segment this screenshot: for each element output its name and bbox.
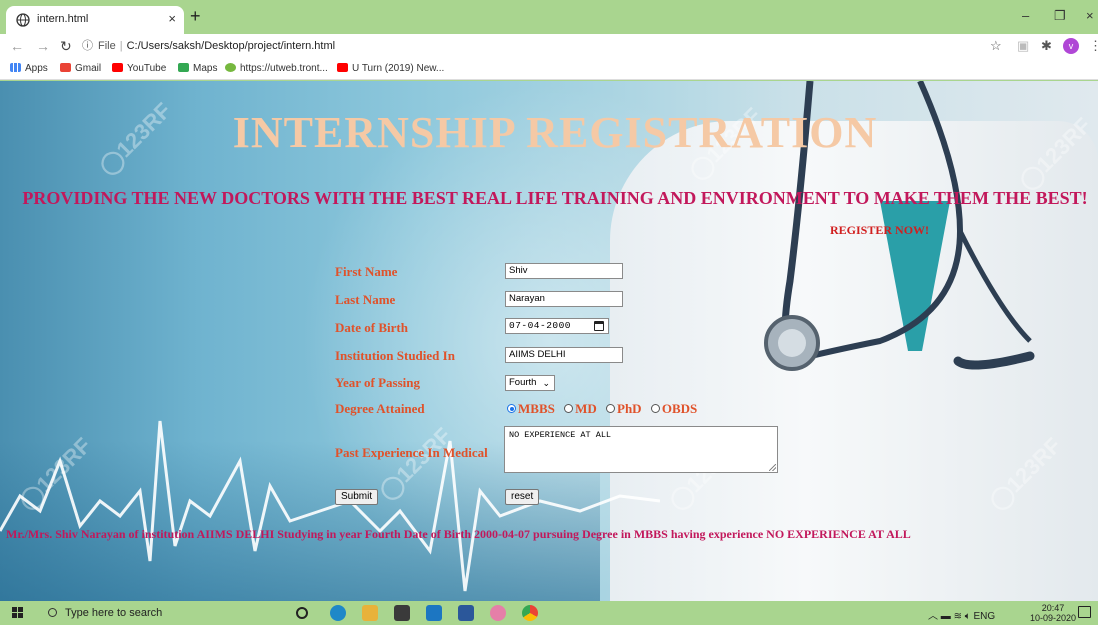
- language-indicator[interactable]: ENG: [974, 611, 996, 622]
- taskbar-search-box[interactable]: Type here to search: [36, 603, 266, 623]
- browser-titlebar: intern.html × + – ❐ ×: [0, 0, 1098, 34]
- radio-unchecked[interactable]: [564, 404, 574, 413]
- close-window-button[interactable]: ×: [1086, 8, 1094, 23]
- new-tab-button[interactable]: +: [190, 6, 201, 26]
- youtube-icon: [112, 63, 123, 72]
- resize-grip-icon[interactable]: [769, 464, 776, 471]
- forward-arrow-icon[interactable]: →: [36, 38, 50, 54]
- tab-title: intern.html: [37, 13, 89, 25]
- edge-icon[interactable]: [330, 605, 346, 621]
- degree-option-md[interactable]: MD: [564, 401, 597, 416]
- file-explorer-icon[interactable]: [362, 605, 378, 621]
- page-viewport: ◯123RF ◯123RF ◯123RF ◯123RF ◯123RF ◯123R…: [0, 81, 1098, 601]
- star-bookmark-icon[interactable]: ☆: [990, 38, 1002, 54]
- chrome-icon[interactable]: [522, 605, 538, 621]
- bookmark-gmail[interactable]: Gmail: [60, 63, 101, 74]
- first-name-label: First Name: [335, 264, 398, 279]
- globe-icon: [16, 13, 30, 27]
- youtube-icon: [337, 63, 348, 72]
- notification-icon[interactable]: [1078, 606, 1091, 618]
- apps-grid-icon: [10, 63, 21, 72]
- reload-icon[interactable]: ↻: [60, 38, 72, 54]
- experience-value: NO EXPERIENCE AT ALL: [509, 430, 612, 440]
- page-title: INTERNSHIP REGISTRATION: [232, 108, 878, 157]
- last-name-label: Last Name: [335, 292, 396, 307]
- bookmarks-bar: Apps Gmail YouTube Maps https://utweb.tr…: [0, 58, 1098, 80]
- clock-time: 20:47: [1041, 603, 1065, 613]
- bookmark-uturn[interactable]: U Turn (2019) New...: [337, 63, 444, 74]
- register-now-text: REGISTER NOW!: [830, 223, 930, 237]
- system-tray[interactable]: ︿ ▬ ≋ 🔈︎ ENG: [928, 607, 995, 622]
- chevron-down-icon: ⌄: [542, 378, 550, 388]
- submit-button[interactable]: Submit: [335, 489, 379, 505]
- year-of-passing-select[interactable]: Fourth ⌄: [505, 375, 555, 391]
- store-icon[interactable]: [394, 605, 410, 621]
- address-url: C:/Users/saksh/Desktop/project/intern.ht…: [126, 40, 336, 52]
- degree-option-obds[interactable]: OBDS: [650, 401, 697, 416]
- last-name-field[interactable]: Narayan: [505, 291, 623, 307]
- experience-textarea[interactable]: NO EXPERIENCE AT ALL: [504, 426, 778, 473]
- dob-value: 07-04-2000: [509, 320, 572, 331]
- degree-radio-group: MBBS MD PhD OBDS: [507, 401, 703, 417]
- year-value: Fourth: [509, 377, 537, 388]
- institution-label: Institution Studied In: [335, 348, 455, 363]
- registration-summary: Mr./Mrs. Shiv Narayan of institution AII…: [6, 527, 911, 541]
- page-tagline: PROVIDING THE NEW DOCTORS WITH THE BEST …: [22, 188, 1088, 208]
- mail-icon[interactable]: [426, 605, 442, 621]
- gmail-icon: [60, 63, 71, 72]
- menu-kebab-icon[interactable]: ⋮: [1089, 38, 1098, 54]
- degree-label: Degree Attained: [335, 401, 425, 416]
- tab-close-icon[interactable]: ×: [168, 11, 176, 26]
- app-icon[interactable]: [490, 605, 506, 621]
- address-scheme: File: [98, 40, 116, 52]
- first-name-field[interactable]: Shiv: [505, 263, 623, 279]
- address-bar[interactable]: ⓘ File | C:/Users/saksh/Desktop/project/int…: [82, 36, 982, 56]
- search-icon: [48, 608, 57, 617]
- word-icon[interactable]: [458, 605, 474, 621]
- bookmark-utweb[interactable]: https://utweb.tront...: [225, 63, 328, 74]
- degree-option-mbbs[interactable]: MBBS: [507, 401, 555, 416]
- back-arrow-icon[interactable]: ←: [10, 38, 24, 54]
- chevron-up-icon[interactable]: ︿: [928, 611, 938, 622]
- institution-field[interactable]: AIIMS DELHI: [505, 347, 623, 363]
- extension-placeholder-icon[interactable]: ▣: [1017, 38, 1029, 54]
- degree-option-phd[interactable]: PhD: [606, 401, 642, 416]
- minimize-button[interactable]: –: [1022, 8, 1029, 23]
- battery-icon[interactable]: ▬: [941, 611, 951, 622]
- utorrent-icon: [225, 63, 236, 72]
- reset-button[interactable]: reset: [505, 489, 540, 505]
- bookmark-youtube[interactable]: YouTube: [112, 63, 166, 74]
- cortana-icon[interactable]: [296, 607, 308, 619]
- browser-tab[interactable]: intern.html ×: [6, 6, 184, 34]
- taskbar-search-placeholder: Type here to search: [65, 607, 163, 619]
- puzzle-extensions-icon[interactable]: ✱: [1041, 38, 1052, 54]
- volume-icon[interactable]: 🔈︎: [965, 611, 971, 622]
- taskbar-clock[interactable]: 20:47 10-09-2020: [1030, 603, 1076, 623]
- experience-label: Past Experience In Medical: [335, 445, 488, 460]
- windows-taskbar: Type here to search ︿ ▬ ≋ 🔈︎ ENG 20:47 10…: [0, 601, 1098, 625]
- year-of-passing-label: Year of Passing: [335, 375, 420, 390]
- wifi-icon[interactable]: ≋: [954, 611, 962, 622]
- dob-label: Date of Birth: [335, 320, 408, 335]
- dob-field[interactable]: 07-04-2000: [505, 318, 609, 334]
- info-icon[interactable]: ⓘ: [82, 40, 93, 52]
- profile-avatar[interactable]: v: [1063, 38, 1079, 54]
- bookmark-maps[interactable]: Maps: [178, 63, 217, 74]
- browser-toolbar: ← → ↻ ⓘ File | C:/Users/saksh/Desktop/proje…: [0, 34, 1098, 58]
- radio-unchecked[interactable]: [606, 404, 616, 413]
- clock-date: 10-09-2020: [1030, 613, 1077, 623]
- radio-unchecked[interactable]: [650, 404, 660, 413]
- maps-icon: [178, 63, 189, 72]
- restore-button[interactable]: ❐: [1054, 8, 1066, 24]
- bookmark-apps[interactable]: Apps: [10, 63, 48, 74]
- radio-checked[interactable]: [507, 404, 516, 413]
- calendar-icon[interactable]: [594, 321, 604, 331]
- windows-start-icon[interactable]: [12, 607, 24, 619]
